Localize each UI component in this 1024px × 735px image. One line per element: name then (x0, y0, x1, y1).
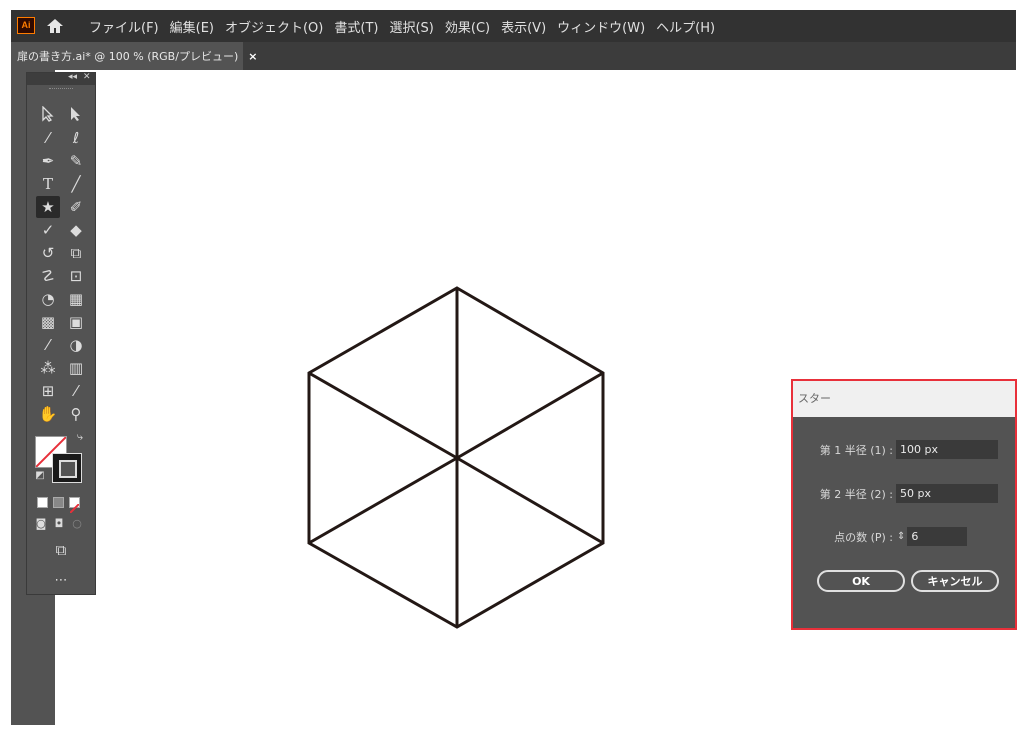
stroke-inner (59, 460, 77, 478)
scale-tool-icon[interactable]: ⧉ (64, 242, 88, 264)
more-tools-icon[interactable]: ⋯ (49, 570, 73, 592)
perspective-grid-tool-icon[interactable]: ▦ (64, 288, 88, 310)
tools-panel: ◂◂ ✕ ⁄ ℓ ✒ ✎ T ╱ ★ ✐ ✓ ◆ ↺ ⧉ ☡ ⊡ ◔ ▦ ▩ ▣… (26, 72, 96, 595)
points-input[interactable] (907, 527, 968, 546)
document-tab[interactable]: 扉の書き方.ai* @ 100 % (RGB/プレビュー) × (11, 42, 257, 70)
puppet-warp-tool-icon[interactable]: ☡ (36, 265, 60, 287)
eraser-tool-icon[interactable]: ◆ (64, 219, 88, 241)
zoom-tool-icon[interactable]: ⚲ (64, 403, 88, 425)
line-segment-tool-icon[interactable]: ╱ (64, 173, 88, 195)
radius1-label: 第 1 半径 (1) : (819, 443, 893, 457)
curvature-tool-icon[interactable]: ✎ (64, 150, 88, 172)
menu-select[interactable]: 選択(S) (389, 17, 433, 36)
home-icon[interactable] (45, 16, 65, 36)
menu-bar: Ai ファイル(F) 編集(E) オブジェクト(O) 書式(T) 選択(S) 効… (11, 10, 1016, 42)
blend-tool-icon[interactable]: ◑ (64, 334, 88, 356)
mesh-tool-icon[interactable]: ▩ (36, 311, 60, 333)
star-spoke (308, 371, 458, 460)
document-tab-label: 扉の書き方.ai* @ 100 % (RGB/プレビュー) (17, 50, 239, 63)
menu-view[interactable]: 表示(V) (501, 17, 546, 36)
star-dialog: スター 第 1 半径 (1) : 第 2 半径 (2) : 点の数 (P) : … (791, 379, 1017, 630)
selection-tool-icon[interactable] (36, 103, 60, 125)
document-tab-bar: 扉の書き方.ai* @ 100 % (RGB/プレビュー) × (11, 42, 1016, 70)
menu-help[interactable]: ヘルプ(H) (656, 17, 715, 36)
free-transform-tool-icon[interactable]: ⊡ (64, 265, 88, 287)
star-spoke (456, 456, 604, 545)
menu-window[interactable]: ウィンドウ(W) (557, 17, 645, 36)
menu-effect[interactable]: 効果(C) (445, 17, 490, 36)
star-tool-icon[interactable]: ★ (36, 196, 60, 218)
draw-behind-icon[interactable]: ◘ (50, 515, 68, 533)
artboard-tool-icon[interactable]: ⊞ (36, 380, 60, 402)
stroke-color-swatch[interactable] (52, 453, 82, 483)
points-row: 点の数 (P) : ⇕ (809, 527, 968, 546)
eyedropper-tool-icon[interactable]: ⁄ (36, 334, 60, 356)
screen-mode-icon[interactable]: ⧉ (49, 539, 73, 561)
radius1-input[interactable] (896, 440, 998, 459)
gradient-tool-icon[interactable]: ▣ (64, 311, 88, 333)
ok-button[interactable]: OK (817, 570, 905, 592)
swap-colors-icon[interactable]: ⤷ (73, 430, 87, 444)
panel-grip[interactable] (49, 88, 73, 91)
none-mode-icon[interactable] (69, 497, 80, 514)
app-logo: Ai (17, 17, 35, 34)
hand-tool-icon[interactable]: ✋ (36, 403, 60, 425)
collapse-icon[interactable]: ◂◂ (68, 72, 77, 82)
shape-builder-tool-icon[interactable]: ◔ (36, 288, 60, 310)
radius2-row: 第 2 半径 (2) : (809, 484, 998, 503)
slice-tool-icon[interactable]: ⁄ (64, 380, 88, 402)
paintbrush-tool-icon[interactable]: ✐ (64, 196, 88, 218)
tools-panel-header[interactable]: ◂◂ ✕ (27, 72, 95, 85)
type-tool-icon[interactable]: T (36, 173, 60, 195)
column-graph-tool-icon[interactable]: ▥ (64, 357, 88, 379)
stepper-arrows-icon[interactable]: ⇕ (897, 531, 905, 542)
rotate-tool-icon[interactable]: ↺ (36, 242, 60, 264)
gradient-mode-icon[interactable] (53, 497, 64, 508)
star-spoke (456, 371, 604, 460)
points-label: 点の数 (P) : (834, 530, 893, 544)
color-mode-icon[interactable] (37, 497, 48, 508)
dialog-title[interactable]: スター (793, 381, 1015, 417)
radius1-row: 第 1 半径 (1) : (809, 440, 998, 459)
menu-file[interactable]: ファイル(F) (89, 17, 159, 36)
menu-object[interactable]: オブジェクト(O) (225, 17, 323, 36)
star-spoke (308, 456, 458, 545)
default-colors-icon[interactable]: ◩ (33, 469, 47, 483)
cancel-button[interactable]: キャンセル (911, 570, 999, 592)
menu-items: ファイル(F) 編集(E) オブジェクト(O) 書式(T) 選択(S) 効果(C… (89, 10, 726, 42)
pen-tool-icon[interactable]: ✒ (36, 150, 60, 172)
draw-inside-icon[interactable]: ○ (68, 515, 86, 533)
direct-selection-tool-icon[interactable] (64, 103, 88, 125)
menu-edit[interactable]: 編集(E) (170, 17, 214, 36)
close-icon[interactable]: ✕ (83, 72, 91, 82)
lasso-tool-icon[interactable]: ℓ (64, 127, 88, 149)
shaper-tool-icon[interactable]: ✓ (36, 219, 60, 241)
menu-type[interactable]: 書式(T) (334, 17, 378, 36)
draw-normal-icon[interactable]: ◙ (32, 515, 50, 533)
symbol-sprayer-tool-icon[interactable]: ⁂ (36, 357, 60, 379)
close-icon[interactable]: × (248, 50, 257, 63)
radius2-label: 第 2 半径 (2) : (819, 487, 893, 501)
magic-wand-tool-icon[interactable]: ⁄ (36, 127, 60, 149)
radius2-input[interactable] (896, 484, 998, 503)
